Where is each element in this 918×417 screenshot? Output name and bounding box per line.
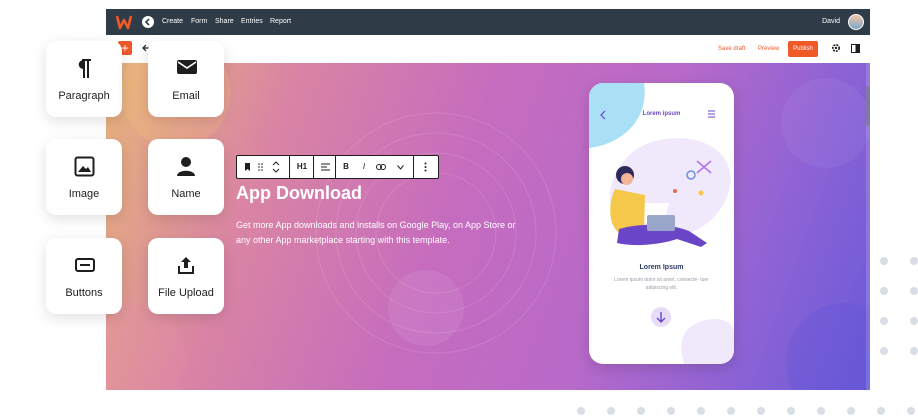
decor-dot [757, 407, 765, 415]
gear-icon[interactable] [831, 43, 841, 53]
move-up-down-icon[interactable] [269, 156, 283, 178]
block-label: Image [68, 188, 100, 200]
decor-dot [817, 407, 825, 415]
link-icon[interactable] [373, 156, 389, 178]
button-icon [75, 258, 95, 272]
decor-dot [577, 407, 585, 415]
user-name[interactable]: David [822, 9, 840, 35]
back-icon[interactable] [142, 16, 154, 28]
decor-dot [697, 407, 705, 415]
align-icon[interactable] [315, 156, 335, 178]
phone-heading: Lorem Ipsum [639, 264, 684, 271]
block-label: Name [171, 188, 201, 200]
italic-button[interactable]: I [357, 156, 371, 178]
chevron-down-icon[interactable] [393, 156, 407, 178]
bookmark-icon[interactable] [241, 156, 253, 178]
nav-create[interactable]: Create [162, 9, 183, 35]
phone-body-text: Lorem ipsum dolor sit amet, consecte- tu… [614, 277, 709, 291]
person-icon [177, 157, 195, 176]
decor-dot [880, 287, 888, 295]
decor-dot [847, 407, 855, 415]
block-label: Buttons [65, 287, 103, 299]
decor-dot [637, 407, 645, 415]
decor-dot [877, 407, 885, 415]
sidebar-toggle-icon[interactable] [851, 44, 860, 53]
block-card-name[interactable]: Name [148, 139, 224, 215]
save-draft-button[interactable]: Save draft [718, 35, 745, 63]
nav-share[interactable]: Share [215, 9, 234, 35]
decor-dot [727, 407, 735, 415]
decor-dot [880, 317, 888, 325]
nav-form[interactable]: Form [191, 9, 207, 35]
decor-dot [910, 257, 918, 265]
block-card-buttons[interactable]: Buttons [46, 238, 122, 314]
email-icon [177, 60, 197, 74]
drag-handle-icon[interactable] [255, 156, 265, 178]
block-label: File Upload [158, 287, 214, 299]
nav-entries[interactable]: Entries [241, 9, 263, 35]
phone-title: Lorem ipsum [642, 111, 681, 117]
phone-mockup: Lorem ipsum Lorem Ipsum Lorem ipsum dolo… [589, 83, 734, 364]
block-toolbar: H1 B I [236, 155, 439, 179]
block-card-paragraph[interactable]: Paragraph [46, 41, 122, 117]
block-label: Email [172, 90, 200, 102]
heading-level-button[interactable]: H1 [291, 156, 313, 178]
app-logo[interactable] [115, 13, 133, 31]
decor-dot [910, 317, 918, 325]
decor-dot [910, 287, 918, 295]
block-card-file-upload[interactable]: File Upload [148, 238, 224, 314]
decor-dot [910, 347, 918, 355]
decor-dot [607, 407, 615, 415]
upload-icon [178, 257, 194, 274]
decor-dot [787, 407, 795, 415]
block-card-email[interactable]: Email [148, 41, 224, 117]
block-card-image[interactable]: Image [46, 139, 122, 215]
image-icon [74, 156, 95, 177]
arrow-down-icon [651, 307, 671, 327]
nav-report[interactable]: Report [270, 9, 291, 35]
scrollbar-thumb[interactable] [866, 86, 870, 126]
hero-title[interactable]: App Download [236, 183, 362, 204]
hero-description[interactable]: Get more App downloads and installs on G… [236, 218, 526, 248]
preview-button[interactable]: Preview [758, 35, 779, 63]
publish-button[interactable]: Publish [788, 41, 818, 57]
paragraph-icon [78, 59, 91, 78]
more-options-icon[interactable] [417, 156, 433, 178]
bold-button[interactable]: B [339, 156, 353, 178]
decor-dot [880, 257, 888, 265]
block-label: Paragraph [58, 90, 110, 102]
top-app-bar: Create Form Share Entries Report David [106, 9, 870, 35]
decor-dot [667, 407, 675, 415]
decor-dot [907, 407, 915, 415]
avatar[interactable] [848, 14, 864, 30]
decor-dot [880, 347, 888, 355]
